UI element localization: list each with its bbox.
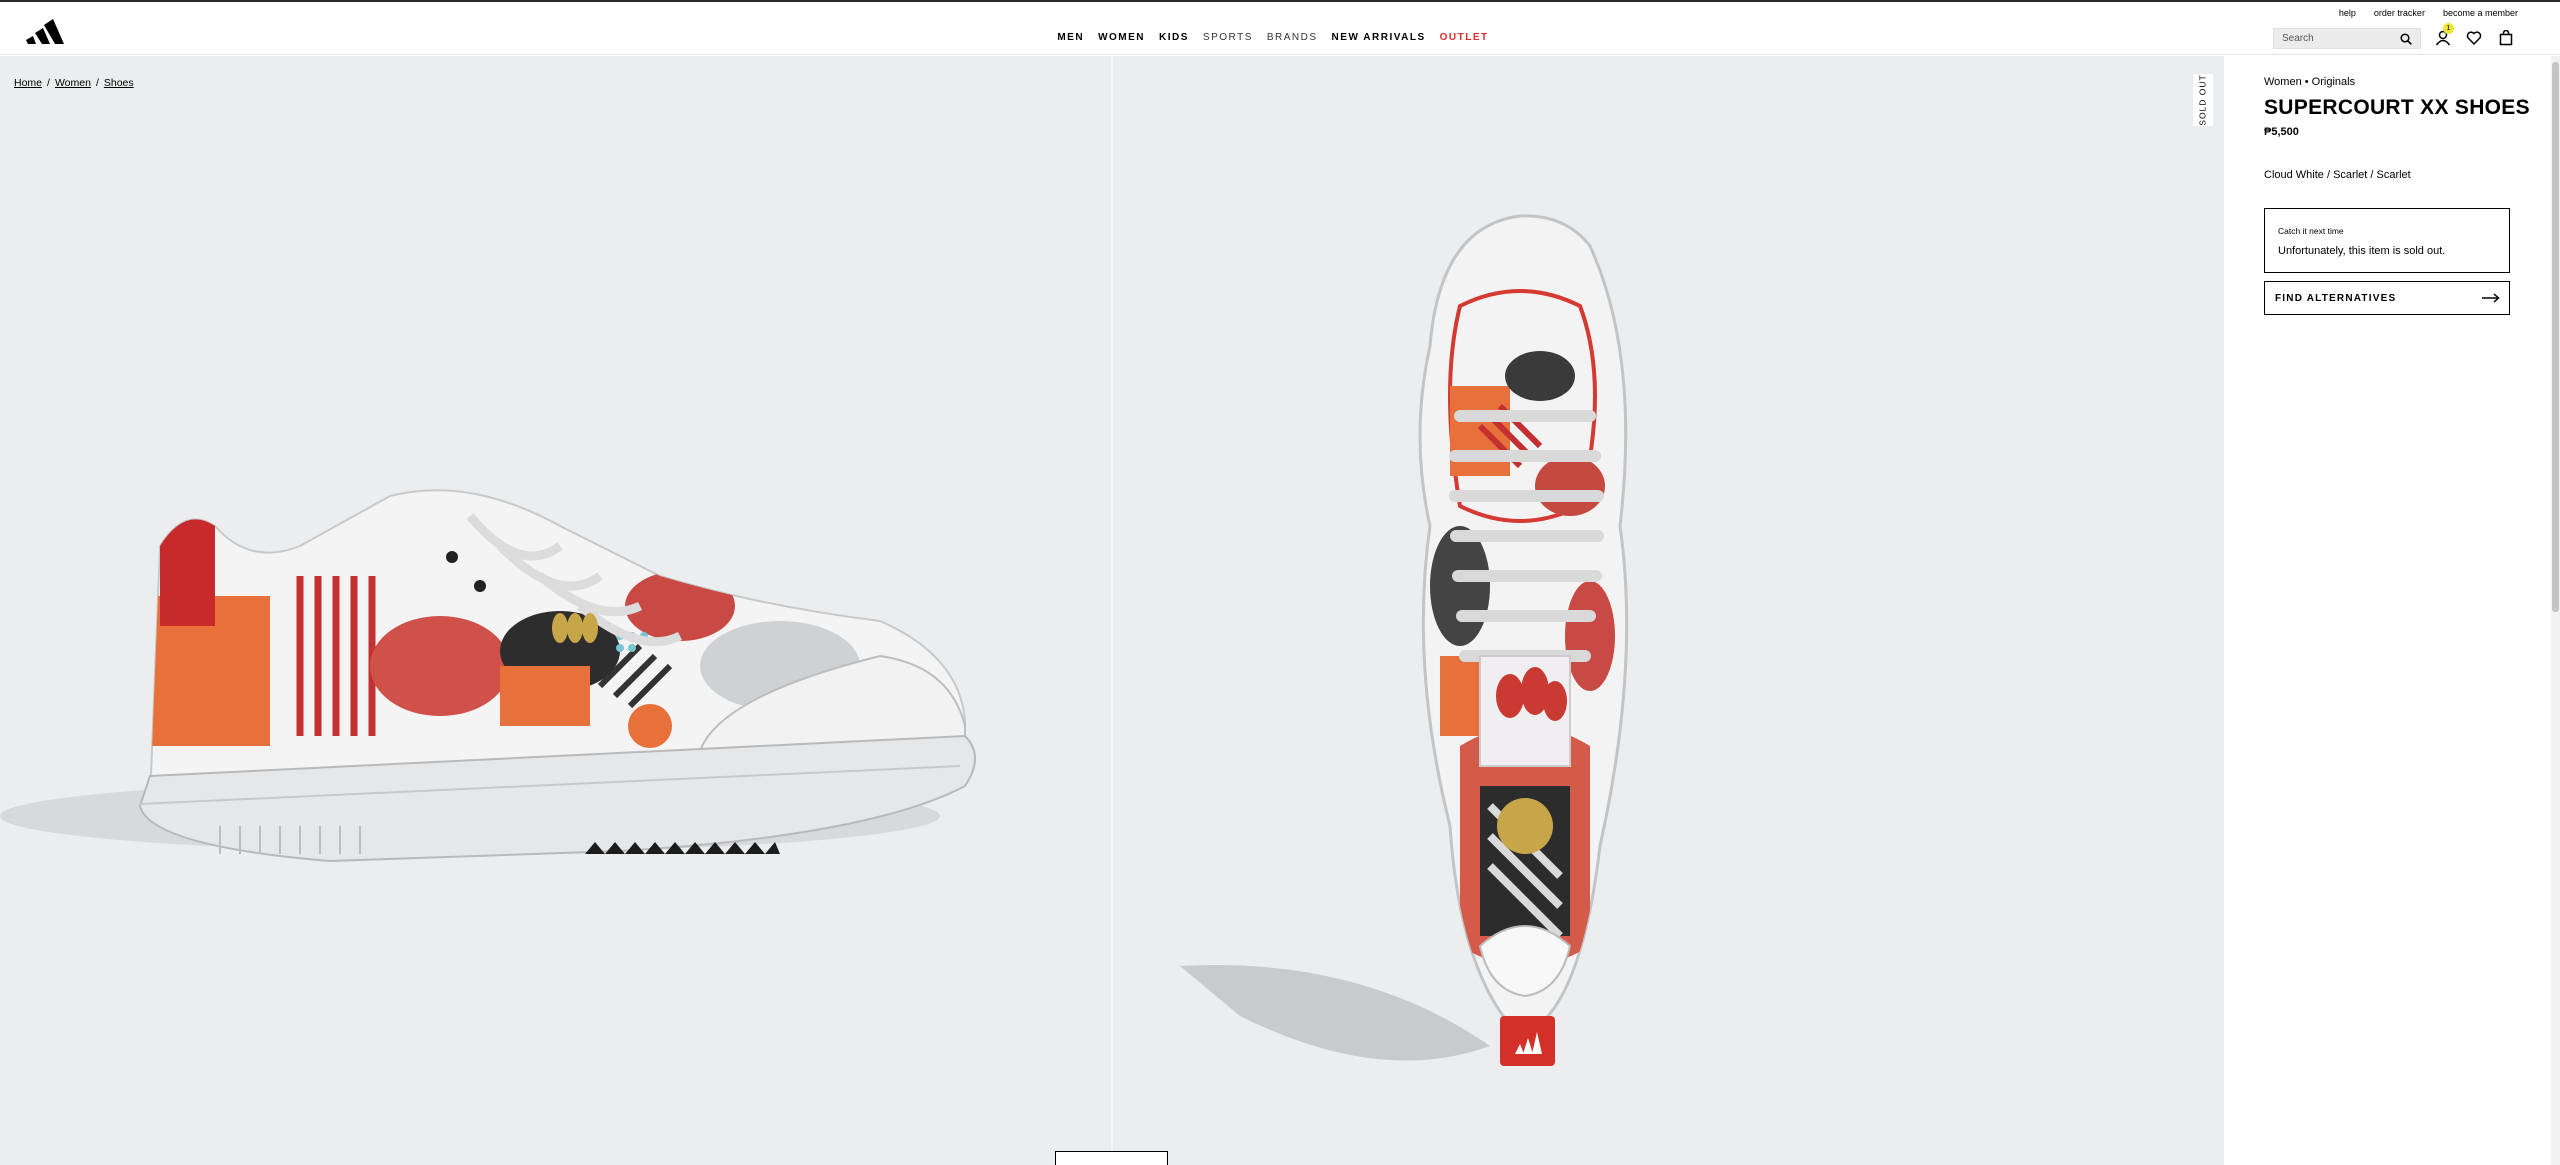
scrollbar-thumb[interactable] [2552, 62, 2559, 612]
product-info-panel: Women • Originals SUPERCOURT XX SHOES ₱5… [2224, 56, 2560, 1165]
product-gallery: Home / Women / Shoes SOLD OUT [0, 56, 2224, 1165]
nav-brands[interactable]: BRANDS [1267, 32, 1318, 43]
breadcrumb-separator: / [47, 77, 50, 89]
nav-sports[interactable]: SPORTS [1203, 32, 1253, 43]
product-price: ₱5,500 [2264, 126, 2299, 138]
sold-out-tag: SOLD OUT [2193, 74, 2213, 126]
bag-icon[interactable] [2498, 30, 2514, 46]
breadcrumb-women[interactable]: Women [55, 77, 91, 89]
nav-outlet[interactable]: OUTLET [1440, 32, 1489, 43]
become-member-link[interactable]: become a member [2443, 8, 2518, 18]
breadcrumb-separator: / [95, 77, 99, 89]
find-alternatives-label: FIND ALTERNATIVES [2275, 292, 2397, 304]
nav-new-arrivals[interactable]: NEW ARRIVALS [1332, 32, 1426, 43]
breadcrumb-home[interactable]: Home [14, 77, 42, 89]
product-title: SUPERCOURT XX SHOES [2264, 96, 2530, 119]
product-category: Women • Originals [2264, 76, 2356, 88]
wishlist-heart-icon[interactable] [2466, 30, 2482, 46]
order-tracker-link[interactable]: order tracker [2374, 8, 2425, 18]
site-header: help order tracker become a member MEN W… [0, 2, 2560, 55]
nav-kids[interactable]: KIDS [1159, 32, 1189, 43]
product-color: Cloud White / Scarlet / Scarlet [2264, 169, 2411, 181]
main-nav: MEN WOMEN KIDS SPORTS BRANDS NEW ARRIVAL… [0, 32, 2560, 43]
shoe-side-view-image[interactable] [0, 406, 1000, 886]
help-link[interactable]: help [2339, 8, 2356, 18]
gallery-scroll-button[interactable] [1055, 1151, 1168, 1165]
search-input[interactable] [2282, 33, 2392, 44]
sold-out-message: Unfortunately, this item is sold out. [2278, 245, 2446, 257]
sold-out-label: Catch it next time [2278, 226, 2344, 236]
page-scrollbar[interactable] [2551, 56, 2560, 1165]
search-icon[interactable] [2400, 32, 2412, 45]
utility-links: help order tracker become a member [2339, 8, 2518, 18]
nav-men[interactable]: MEN [1057, 32, 1084, 43]
breadcrumb-shoes[interactable]: Shoes [104, 77, 134, 89]
search-box [2273, 28, 2421, 49]
find-alternatives-button[interactable]: FIND ALTERNATIVES [2264, 281, 2510, 315]
arrow-right-icon [2482, 293, 2500, 303]
shoe-top-view-image[interactable] [1160, 186, 1860, 1136]
breadcrumb: Home / Women / Shoes [14, 77, 134, 89]
nav-women[interactable]: WOMEN [1098, 32, 1145, 43]
gallery-divider [1111, 56, 1113, 1165]
account-badge: 1 [2443, 23, 2454, 34]
sold-out-notice: Catch it next time Unfortunately, this i… [2264, 208, 2510, 273]
